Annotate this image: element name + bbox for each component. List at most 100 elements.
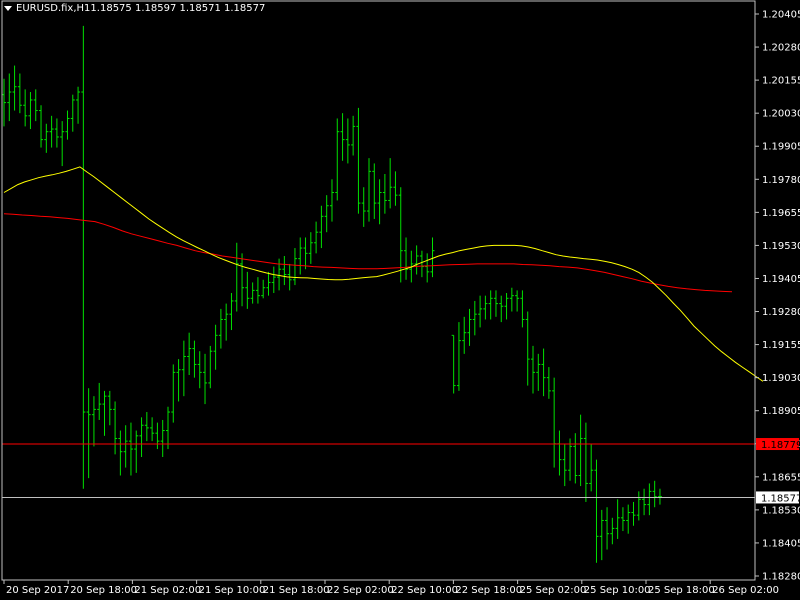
- ohlc-bar: [176, 359, 181, 402]
- ohlc-bar: [245, 271, 250, 309]
- ohlc-bar: [583, 422, 588, 502]
- bid-price-value: 1.18577: [761, 493, 800, 504]
- ohlc-bar: [568, 438, 573, 481]
- ohlc-bar: [578, 414, 583, 487]
- ohlc-bar: [425, 253, 430, 283]
- ohlc-bar: [589, 443, 594, 492]
- time-tick-label: 20 Sep 18:00: [70, 585, 137, 596]
- ohlc-bar: [557, 430, 562, 476]
- price-tick-label: 1.18530: [762, 505, 800, 516]
- ohlc-bar: [218, 308, 223, 349]
- price-level-label: 1.18779: [756, 438, 800, 451]
- ohlc-bar: [181, 340, 186, 397]
- ohlc-bar: [636, 491, 641, 521]
- ohlc-bar: [472, 300, 477, 336]
- time-tick-label: 21 Sep 10:00: [199, 585, 266, 596]
- ohlc-bar: [520, 290, 525, 328]
- ohlc-bar: [234, 242, 239, 312]
- price-level-value: 1.18779: [761, 440, 800, 451]
- ohlc-bar: [541, 348, 546, 397]
- ohlc-bar: [531, 345, 535, 394]
- ohlc-bar: [187, 332, 192, 376]
- chart[interactable]: 1.20405 1.20280 1.20155 1.20030 1.19905 1.197…: [0, 0, 800, 600]
- time-tick-label: 21 Sep 02:00: [134, 585, 201, 596]
- ohlc-bar: [250, 282, 255, 304]
- price-tick-label: 1.20030: [762, 109, 800, 120]
- ohlc-bar: [382, 174, 387, 214]
- price-tick-label: 1.20155: [762, 76, 800, 87]
- fast-moving-average-line: [3, 166, 764, 382]
- ohlc-bar: [319, 205, 324, 249]
- ohlc-bar: [60, 121, 65, 167]
- time-tick-label: 22 Sep 02:00: [327, 585, 394, 596]
- ohlc-bar: [277, 258, 282, 291]
- ohlc-bar: [213, 324, 218, 370]
- time-tick-label: 25 Sep 02:00: [520, 585, 587, 596]
- ohlc-bar: [620, 507, 625, 532]
- ohlc-bar: [155, 422, 160, 450]
- ohlc-bar: [144, 412, 149, 442]
- ohlc-bar: [134, 430, 139, 473]
- ohlc-bar: [536, 353, 541, 391]
- ohlc-bar: [647, 483, 652, 516]
- price-tick-label: 1.18405: [762, 538, 800, 549]
- ohlc-bar: [118, 430, 123, 476]
- dropdown-arrow-icon[interactable]: [4, 6, 12, 11]
- ohlc-bar: [2, 78, 6, 127]
- ohlc-bar: [393, 171, 398, 206]
- ohlc-bar: [54, 118, 59, 148]
- ohlc-bar: [377, 179, 382, 225]
- ohlc-bar: [594, 459, 599, 563]
- ohlc-bar: [361, 187, 366, 227]
- time-axis[interactable]: 20 Sep 2017 20 Sep 18:0021 Sep 02:0021 Se…: [3, 580, 779, 596]
- ohlc-bar: [605, 507, 610, 550]
- price-bars: [2, 25, 662, 563]
- ohlc-bar: [76, 86, 81, 124]
- time-tick-label: 22 Sep 10:00: [391, 585, 458, 596]
- ohlc-bar: [324, 195, 329, 233]
- ohlc-bar: [610, 517, 615, 545]
- ohlc-bar: [483, 295, 488, 320]
- ohlc-bar: [488, 290, 493, 320]
- price-tick-label: 1.19905: [762, 142, 800, 153]
- ohlc-bar: [340, 113, 345, 161]
- ohlc-bar: [70, 94, 75, 132]
- ohlc-bar: [102, 390, 107, 436]
- ohlc-bar: [573, 433, 578, 484]
- ohlc-bar: [81, 25, 86, 489]
- ohlc-bar: [160, 419, 165, 457]
- ohlc-bar: [17, 73, 22, 114]
- price-tick-label: 1.19280: [762, 307, 800, 318]
- time-tick-label: 20 Sep 2017: [6, 585, 69, 596]
- ohlc-bar: [271, 266, 276, 294]
- ohlc-bar: [49, 115, 54, 148]
- ohlc-bar: [642, 488, 647, 516]
- ohlc-bar: [367, 158, 372, 222]
- ohlc-bar: [107, 390, 112, 426]
- ohlc-bar: [314, 221, 319, 254]
- time-tick-label: 21 Sep 18:00: [263, 585, 330, 596]
- ohlc-bar: [419, 250, 424, 278]
- ohlc-bar: [192, 340, 197, 378]
- price-tick-label: 1.19405: [762, 274, 800, 285]
- ohlc-bar: [626, 504, 631, 534]
- ohlc-bar: [493, 290, 498, 317]
- chart-plot-border: [1, 0, 756, 581]
- ohlc-bar: [462, 316, 467, 354]
- chart-header: EURUSD.fix,H11.18575 1.18597 1.18571 1.1…: [4, 3, 265, 15]
- ohlc-bar: [44, 123, 49, 153]
- ohlc-bar: [150, 417, 155, 442]
- ohlc-bar: [356, 107, 361, 214]
- ohlc-bar: [509, 287, 514, 312]
- ohlc-bar: [224, 303, 229, 341]
- time-tick-label: 26 Sep 02:00: [712, 585, 779, 596]
- ohlc-bar: [261, 279, 266, 299]
- time-tick-label: 25 Sep 18:00: [648, 585, 715, 596]
- price-tick-label: 1.19030: [762, 373, 800, 384]
- price-tick-label: 1.20280: [762, 43, 800, 54]
- ohlc-bar: [499, 295, 504, 323]
- price-tick-label: 1.19780: [762, 175, 800, 186]
- ohlc-bar: [255, 277, 260, 304]
- ohlc-bar: [171, 364, 176, 423]
- ohlc-values: 1.18575 1.18597 1.18571 1.18577: [90, 3, 266, 14]
